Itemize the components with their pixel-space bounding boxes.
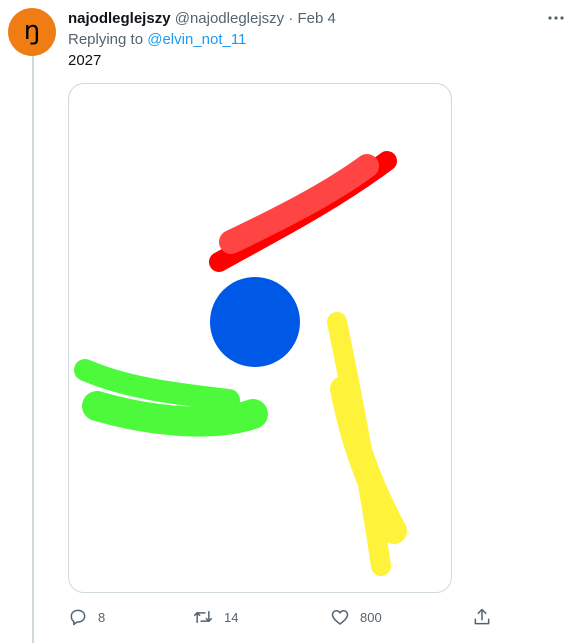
- reply-button[interactable]: 8: [68, 606, 105, 628]
- replying-prefix: Replying to: [68, 31, 148, 48]
- retweet-count: 14: [224, 609, 239, 625]
- like-button[interactable]: 800: [330, 606, 382, 628]
- more-icon: [548, 16, 564, 20]
- drawing: [74, 151, 407, 576]
- replying-to: Replying to @elvin_not_11: [68, 30, 246, 50]
- reply-icon: [70, 609, 86, 626]
- action-bar: 8 14 800: [68, 606, 508, 628]
- tweet-date[interactable]: Feb 4: [298, 10, 336, 27]
- svg-text:ŋ: ŋ: [24, 16, 40, 46]
- separator-dot: ·: [288, 10, 294, 27]
- tweet-text: 2027: [68, 52, 102, 69]
- tweet: ŋ najodleglejszy @najodleglejszy · Feb 4…: [0, 0, 577, 643]
- display-name[interactable]: najodleglejszy: [68, 10, 171, 27]
- retweet-icon: [193, 611, 213, 623]
- retweet-button[interactable]: 14: [192, 606, 238, 628]
- avatar-letter: ŋ: [24, 16, 40, 46]
- more-button[interactable]: [545, 8, 567, 28]
- green-stroke-wide: [82, 391, 268, 437]
- blue-circle: [210, 277, 300, 367]
- replying-to-mention[interactable]: @elvin_not_11: [147, 31, 246, 48]
- light-red-stroke: [219, 154, 379, 254]
- tweet-image[interactable]: [68, 83, 452, 593]
- tweet-header: najodleglejszy @najodleglejszy · Feb 4: [68, 9, 537, 29]
- like-icon: [331, 610, 349, 625]
- like-count: 800: [360, 609, 382, 625]
- thread-line: [32, 56, 34, 643]
- avatar[interactable]: ŋ: [8, 8, 56, 56]
- share-icon: [474, 608, 490, 625]
- reply-count: 8: [98, 609, 106, 625]
- share-button[interactable]: [472, 606, 492, 628]
- handle[interactable]: @najodleglejszy: [175, 10, 284, 27]
